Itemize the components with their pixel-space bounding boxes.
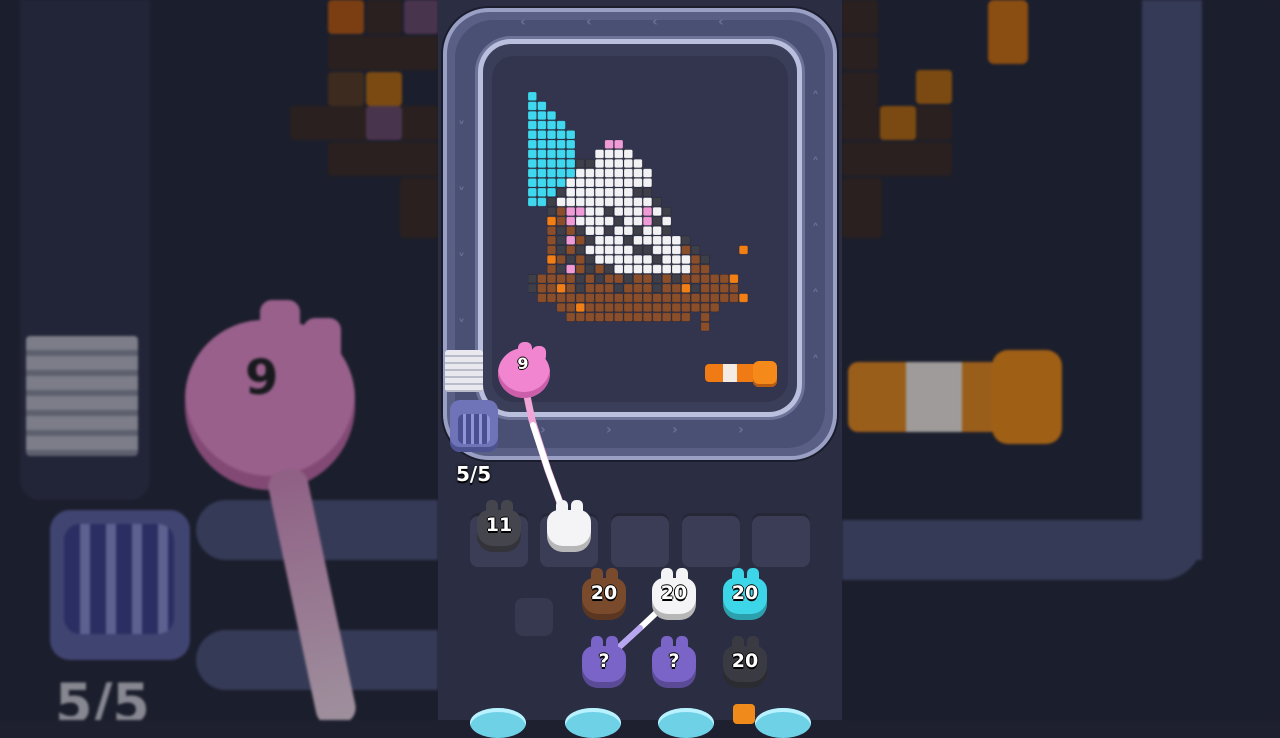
queue-spool[interactable]: ?	[579, 636, 629, 688]
bottom-button-4[interactable]	[755, 708, 811, 738]
spool-count-label: ?	[668, 650, 680, 672]
slot-spool[interactable]: 11	[474, 500, 524, 552]
bottom-button-3[interactable]	[658, 708, 714, 738]
spool-body	[547, 510, 591, 552]
launcher-string	[518, 368, 675, 663]
spool-count-label: 11	[485, 514, 513, 536]
conveyor-slot[interactable]	[682, 513, 740, 567]
launcher-ammo-count: 9	[517, 354, 529, 373]
queue-spool[interactable]: 20	[649, 568, 699, 620]
queue-spool[interactable]: 20	[720, 636, 770, 688]
conveyor-slot[interactable]	[752, 513, 810, 567]
slot-spool[interactable]	[544, 500, 594, 552]
spool-count-label: 20	[731, 650, 759, 672]
queue-empty-slot	[515, 598, 553, 636]
queue-spool[interactable]: 20	[579, 568, 629, 620]
conveyor-slot[interactable]	[611, 513, 669, 567]
spool-count-label: 20	[660, 582, 688, 604]
bottom-button-1[interactable]	[470, 708, 526, 738]
bottom-button-2[interactable]	[565, 708, 621, 738]
bottom-orange-peg	[733, 704, 755, 724]
pink-launcher[interactable]: 9	[496, 340, 554, 400]
spool-count-label: ?	[598, 650, 610, 672]
spool-count-label: 20	[731, 582, 759, 604]
queue-spool[interactable]: 20	[720, 568, 770, 620]
queue-spool[interactable]: ?	[649, 636, 699, 688]
spool-count-label: 20	[590, 582, 618, 604]
